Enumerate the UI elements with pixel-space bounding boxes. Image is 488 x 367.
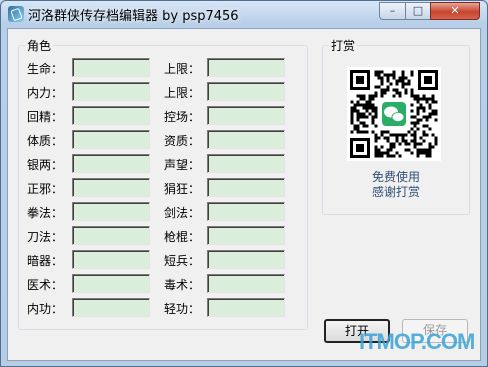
- right-field-label-7: 枪棍：: [164, 230, 201, 244]
- site-watermark: ITMOP.COM: [359, 329, 475, 354]
- editor-window: 河洛群侠传存档编辑器 by psp7456 – □ ✕ 角色 生命： 内力： 回精：…: [0, 0, 488, 367]
- close-button[interactable]: ✕: [430, 2, 480, 20]
- right-field-label-0: 上限：: [164, 62, 201, 76]
- thanks-for-donation-text: 感谢打赏: [371, 185, 420, 199]
- left-field-label-6: 拳法：: [27, 206, 64, 220]
- role-group-title: 角色: [25, 37, 54, 54]
- left-field-input-8[interactable]: [72, 250, 150, 269]
- minimize-button[interactable]: –: [379, 2, 406, 20]
- right-field-input-7[interactable]: [207, 226, 285, 245]
- title-bar[interactable]: 河洛群侠传存档编辑器 by psp7456 – □ ✕: [1, 1, 487, 27]
- right-field-input-10[interactable]: [207, 298, 285, 317]
- right-field-label-3: 资质：: [164, 134, 201, 148]
- left-field-input-0[interactable]: [72, 58, 150, 77]
- right-field-label-2: 控场：: [164, 110, 201, 124]
- right-field-label-9: 毒术：: [164, 278, 201, 292]
- left-field-input-4[interactable]: [72, 154, 150, 173]
- right-field-label-5: 狷狂：: [164, 182, 201, 196]
- reward-group: 打赏 免费使用 感谢打赏: [322, 37, 470, 215]
- left-field-input-9[interactable]: [72, 274, 150, 293]
- client-area: 角色 生命： 内力： 回精： 体质： 银两： 正邪： 拳法： 刀法： 暗器： 医术： 内功： 上限： 上…: [7, 28, 481, 361]
- left-field-label-10: 内功：: [27, 302, 64, 316]
- donation-qr-code: [347, 67, 441, 161]
- right-field-label-8: 短兵：: [164, 254, 201, 268]
- right-field-input-3[interactable]: [207, 130, 285, 149]
- right-field-input-6[interactable]: [207, 202, 285, 221]
- finder-top-left: [350, 70, 370, 90]
- left-field-input-3[interactable]: [72, 130, 150, 149]
- right-field-input-0[interactable]: [207, 58, 285, 77]
- right-field-input-9[interactable]: [207, 274, 285, 293]
- left-field-input-6[interactable]: [72, 202, 150, 221]
- left-field-label-5: 正邪：: [27, 182, 64, 196]
- left-field-label-3: 体质：: [27, 134, 64, 148]
- left-field-label-0: 生命：: [27, 62, 64, 76]
- right-field-label-6: 剑法：: [164, 206, 201, 220]
- window-title: 河洛群侠传存档编辑器 by psp7456: [28, 9, 239, 24]
- wechat-icon: [380, 100, 408, 128]
- left-field-input-1[interactable]: [72, 82, 150, 101]
- finder-top-right: [418, 70, 438, 90]
- right-field-label-1: 上限：: [164, 86, 201, 100]
- role-group: 角色 生命： 内力： 回精： 体质： 银两： 正邪： 拳法： 刀法： 暗器： 医术： 内功： 上限： 上…: [18, 37, 308, 330]
- maximize-button[interactable]: □: [405, 2, 431, 20]
- left-field-label-4: 银两：: [27, 158, 64, 172]
- app-icon: [8, 6, 24, 22]
- right-field-input-4[interactable]: [207, 154, 285, 173]
- left-field-label-2: 回精：: [27, 110, 64, 124]
- right-field-input-5[interactable]: [207, 178, 285, 197]
- right-field-input-2[interactable]: [207, 106, 285, 125]
- reward-group-title: 打赏: [329, 37, 358, 54]
- left-field-label-9: 医术：: [27, 278, 64, 292]
- left-field-input-2[interactable]: [72, 106, 150, 125]
- finder-bottom-left: [350, 138, 370, 158]
- left-field-input-10[interactable]: [72, 298, 150, 317]
- left-field-input-7[interactable]: [72, 226, 150, 245]
- left-field-label-8: 暗器：: [27, 254, 64, 268]
- left-field-label-7: 刀法：: [27, 230, 64, 244]
- right-field-input-1[interactable]: [207, 82, 285, 101]
- right-field-label-10: 轻功：: [164, 302, 201, 316]
- left-field-input-5[interactable]: [72, 178, 150, 197]
- right-field-label-4: 声望：: [164, 158, 201, 172]
- right-field-input-8[interactable]: [207, 250, 285, 269]
- left-field-label-1: 内力：: [27, 86, 64, 100]
